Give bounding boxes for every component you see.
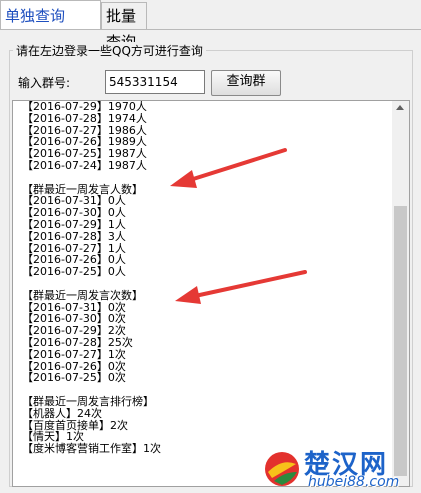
result-line: 【2016-07-28】3人 bbox=[22, 229, 126, 243]
result-line bbox=[22, 172, 392, 184]
tab-bar: 单独查询 批量查询 bbox=[0, 0, 421, 51]
globe-logo-icon bbox=[265, 452, 299, 486]
tab-batch-query[interactable]: 批量查询 bbox=[101, 2, 147, 51]
result-line: 【群最近一周发言次数】 bbox=[22, 288, 143, 302]
result-line: 【2016-07-28】25次 bbox=[22, 335, 133, 349]
tab-single-query[interactable]: 单独查询 bbox=[0, 0, 101, 30]
result-line: 【机器人】24次 bbox=[22, 406, 102, 420]
group-number-label: 输入群号: bbox=[18, 76, 71, 90]
result-line bbox=[22, 278, 392, 290]
scroll-up-icon[interactable] bbox=[396, 105, 404, 110]
vertical-scrollbar[interactable] bbox=[392, 101, 409, 486]
scrollbar-thumb[interactable] bbox=[394, 206, 407, 476]
result-line: 【2016-07-28】1974人 bbox=[22, 111, 147, 125]
result-line: 【2016-07-25】0次 bbox=[22, 371, 126, 385]
result-line: 【2016-07-24】1987人 bbox=[22, 158, 147, 172]
result-line: 【群最近一周发言排行榜】 bbox=[22, 394, 154, 408]
watermark-logo: 楚汉网 hubei88.com bbox=[262, 446, 421, 493]
tab-divider bbox=[0, 29, 421, 30]
watermark-url: hubei88.com bbox=[308, 474, 400, 490]
result-line: 【2016-07-29】1人 bbox=[22, 217, 126, 231]
results-textarea[interactable]: 【2016-07-29】1970人 【2016-07-28】1974人 【2016-… bbox=[12, 100, 410, 487]
group-legend: 请在左边登录一些QQ方可进行查询 bbox=[13, 42, 206, 59]
result-line: 【2016-07-27】1次 bbox=[22, 347, 126, 361]
results-text: 【2016-07-29】1970人 【2016-07-28】1974人 【2016-… bbox=[22, 101, 392, 455]
query-group-button[interactable]: 查询群 bbox=[211, 70, 281, 96]
group-number-input[interactable] bbox=[105, 70, 205, 94]
result-line: 【2016-07-25】0人 bbox=[22, 265, 126, 279]
